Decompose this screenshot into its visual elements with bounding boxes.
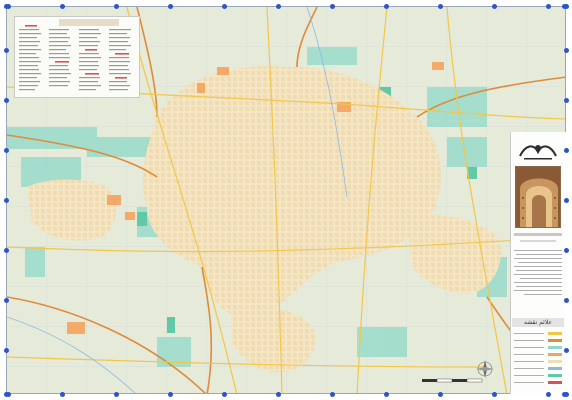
border-dot <box>563 3 569 9</box>
border-dot <box>59 391 65 397</box>
scale-bar-icon <box>422 378 483 383</box>
border-dot <box>545 3 551 9</box>
map-legend <box>514 332 562 384</box>
border-dot <box>563 347 569 353</box>
legend-title: علائم نقشه <box>512 318 564 327</box>
border-dot <box>329 3 335 9</box>
border-dot <box>221 3 227 9</box>
border-dot <box>563 47 569 53</box>
border-dot <box>383 3 389 9</box>
border-dot <box>113 3 119 9</box>
border-dot <box>3 197 9 203</box>
border-dot <box>3 297 9 303</box>
border-dot <box>3 347 9 353</box>
border-dot <box>491 391 497 397</box>
border-dot <box>437 3 443 9</box>
border-dot <box>3 47 9 53</box>
panel-title <box>514 233 562 236</box>
border-dot <box>221 391 227 397</box>
border-dot <box>167 3 173 9</box>
border-dot <box>437 391 443 397</box>
border-dot <box>545 391 551 397</box>
border-dot <box>113 391 119 397</box>
panel-description <box>514 250 562 295</box>
border-dot <box>3 391 9 397</box>
border-dot <box>329 391 335 397</box>
index-columns <box>19 25 131 91</box>
border-dot <box>563 97 569 103</box>
panel-subtitle <box>520 240 556 242</box>
border-dot <box>275 3 281 9</box>
map-sheet: علائم نقشه <box>0 0 572 400</box>
border-dot <box>59 3 65 9</box>
border-dot <box>563 297 569 303</box>
border-dot <box>563 147 569 153</box>
border-dot <box>3 97 9 103</box>
border-dot <box>167 391 173 397</box>
border-dot <box>3 147 9 153</box>
border-dot <box>383 391 389 397</box>
border-dot <box>3 3 9 9</box>
border-dot <box>491 3 497 9</box>
street-index-panel <box>14 16 140 98</box>
border-dot <box>275 391 281 397</box>
border-dot <box>563 197 569 203</box>
border-dot <box>563 391 569 397</box>
monument-photo <box>515 166 561 228</box>
publisher-logo-icon <box>519 145 557 160</box>
border-dot <box>3 247 9 253</box>
border-dot <box>563 247 569 253</box>
